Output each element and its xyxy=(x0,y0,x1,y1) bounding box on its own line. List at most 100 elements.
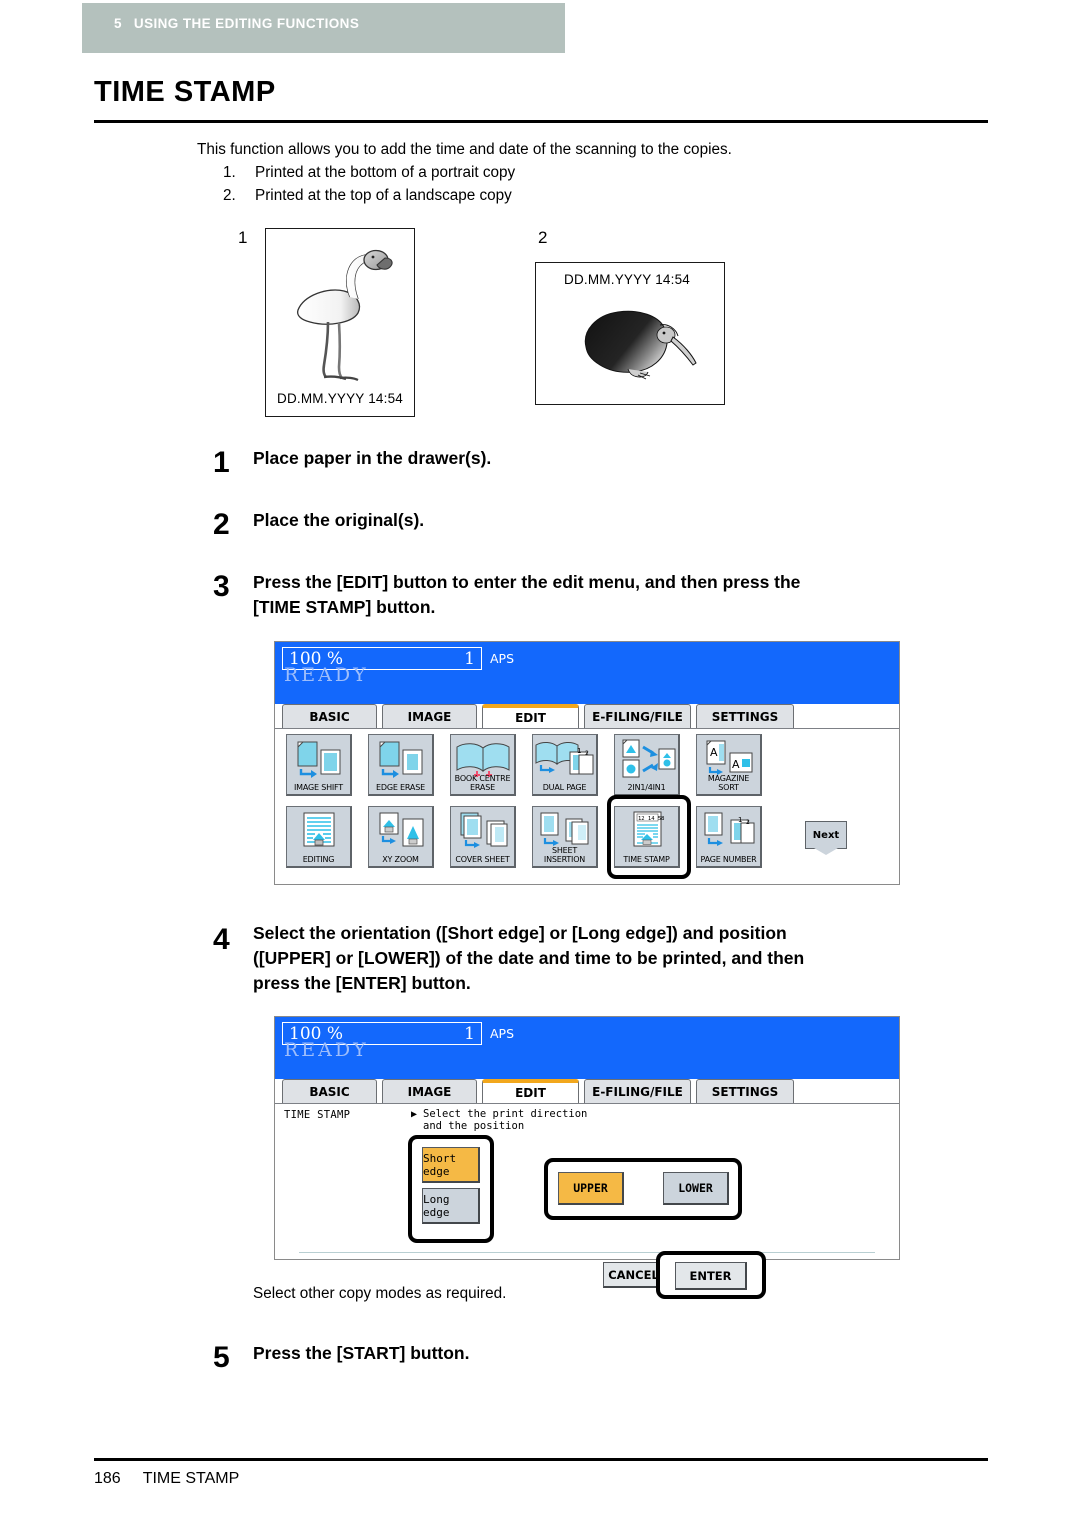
svg-text:2: 2 xyxy=(585,750,589,757)
next-button[interactable]: Next xyxy=(805,821,847,855)
tab-basic[interactable]: BASIC xyxy=(282,704,377,728)
kiwi-illustration xyxy=(584,310,697,380)
tab-efiling-file[interactable]: E-FILING/FILE xyxy=(584,1079,691,1103)
tab-image[interactable]: IMAGE xyxy=(382,704,477,728)
step-3-text: Press the [EDIT] button to enter the edi… xyxy=(253,572,801,617)
svg-text:1: 1 xyxy=(577,747,581,755)
function-name-label: TIME STAMP xyxy=(284,1109,351,1121)
footer-section: TIME STAMP xyxy=(142,1470,240,1487)
intro-paragraph: This function allows you to add the time… xyxy=(197,141,732,158)
copy-count: 1 xyxy=(464,1024,475,1044)
copier-panel-edit-menu[interactable]: 100 % 1 APS READY BASIC IMAGE EDIT E-FIL… xyxy=(274,641,900,885)
page-title: TIME STAMP xyxy=(94,76,276,108)
button-label: EDITING xyxy=(302,854,335,864)
list-text: Printed at the bottom of a portrait copy xyxy=(255,164,516,181)
button-label: SHEET INSERTION xyxy=(543,846,586,864)
panel-tabs: BASIC IMAGE EDIT E-FILING/FILE SETTINGS xyxy=(275,1079,899,1103)
tab-basic[interactable]: BASIC xyxy=(282,1079,377,1103)
dual-page-icon: 1 2 xyxy=(535,742,594,775)
chapter-title: USING THE EDITING FUNCTIONS xyxy=(133,16,360,31)
button-time-stamp[interactable]: 12 14 58 TIME STAMP xyxy=(614,806,680,868)
button-xy-zoom[interactable]: XY ZOOM xyxy=(368,806,434,868)
svg-text:A: A xyxy=(732,758,740,771)
button-editing[interactable]: EDITING xyxy=(286,806,352,868)
tab-image[interactable]: IMAGE xyxy=(382,1079,477,1103)
option-short-edge[interactable]: Short edge xyxy=(422,1147,480,1183)
flamingo-illustration xyxy=(296,249,393,382)
prompt-text: Select the print direction and the posit… xyxy=(423,1108,588,1132)
panel-divider xyxy=(299,1252,875,1253)
option-upper[interactable]: UPPER xyxy=(558,1172,624,1205)
button-sheet-insertion[interactable]: SHEET INSERTION xyxy=(532,806,598,868)
button-label: 2IN1/4IN1 xyxy=(627,782,666,792)
page-number-icon: 1 2 xyxy=(704,812,755,846)
tab-efiling-file[interactable]: E-FILING/FILE xyxy=(584,704,691,728)
tab-edit[interactable]: EDIT xyxy=(482,1079,579,1103)
panel-content-time-stamp: TIME STAMP ▶ Select the print direction … xyxy=(275,1103,899,1299)
time-stamp-icon: 12 14 58 xyxy=(633,811,665,847)
button-label: EDGE ERASE xyxy=(376,782,425,792)
panel-tabs: BASIC IMAGE EDIT E-FILING/FILE SETTINGS xyxy=(275,704,899,728)
button-label: XY ZOOM xyxy=(382,854,419,864)
sheet-insertion-icon xyxy=(540,812,589,846)
image-shift-icon xyxy=(297,741,341,778)
svg-text:12 14 58: 12 14 58 xyxy=(638,816,665,822)
button-2in1-4in1[interactable]: 2IN1/4IN1 xyxy=(614,734,680,796)
button-page-number[interactable]: 1 2 PAGE NUMBER xyxy=(696,806,762,868)
copier-panel-time-stamp[interactable]: 100 % 1 APS READY BASIC IMAGE EDIT E-FIL… xyxy=(274,1016,900,1299)
figure-1-label: 1 xyxy=(238,228,248,247)
note-text: Select other copy modes as required. xyxy=(253,1285,507,1302)
tab-edit[interactable]: EDIT xyxy=(482,704,579,728)
cover-sheet-icon xyxy=(460,812,508,848)
button-edge-erase[interactable]: EDGE ERASE xyxy=(368,734,434,796)
paper-mode-label: APS xyxy=(490,1026,515,1041)
option-long-edge[interactable]: Long edge xyxy=(422,1188,480,1224)
chapter-header-bar: 5 USING THE EDITING FUNCTIONS xyxy=(82,3,565,53)
panel-status-bar: 100 % 1 APS READY xyxy=(275,1017,899,1079)
chapter-header-text: 5 USING THE EDITING FUNCTIONS xyxy=(114,16,359,31)
step-2-number: 2 xyxy=(213,508,230,541)
chapter-number: 5 xyxy=(114,16,122,31)
list-marker: 2. xyxy=(223,187,236,204)
tab-settings[interactable]: SETTINGS xyxy=(696,1079,794,1103)
title-divider xyxy=(94,120,988,123)
list-marker: 1. xyxy=(223,164,236,181)
step-3-number: 3 xyxy=(213,570,230,603)
button-label: COVER SHEET xyxy=(455,854,510,864)
button-magazine-sort[interactable]: A A MAGAZINE SORT xyxy=(696,734,762,796)
status-text: READY xyxy=(284,1039,369,1061)
figure-2-timestamp: DD.MM.YYYY 14:54 xyxy=(564,272,690,287)
editing-icon xyxy=(303,812,335,847)
enter-button[interactable]: ENTER xyxy=(675,1262,747,1290)
intro-list: 1. Printed at the bottom of a portrait c… xyxy=(197,161,987,207)
panel-content-edit-menu: IMAGE SHIFT EDGE ERASE BOOK CENTRE ERASE… xyxy=(275,728,899,884)
step-2-text: Place the original(s). xyxy=(253,510,425,530)
button-label: IMAGE SHIFT xyxy=(294,782,343,792)
footer-divider xyxy=(94,1458,988,1461)
button-label: PAGE NUMBER xyxy=(700,854,757,864)
button-book-centre-erase[interactable]: BOOK CENTRE ERASE xyxy=(450,734,516,796)
footer: 186 TIME STAMP xyxy=(94,1470,239,1488)
figure-1-box xyxy=(265,228,415,417)
step-5-text: Press the [START] button. xyxy=(253,1343,470,1363)
list-item: 1. Printed at the bottom of a portrait c… xyxy=(197,161,987,184)
button-cover-sheet[interactable]: COVER SHEET xyxy=(450,806,516,868)
step-1-number: 1 xyxy=(213,446,230,479)
book-centre-erase-icon xyxy=(456,743,510,777)
status-text: READY xyxy=(284,664,369,686)
panel-status-bar: 100 % 1 APS READY xyxy=(275,642,899,704)
magazine-sort-icon: A A xyxy=(706,740,753,775)
button-label: DUAL PAGE xyxy=(542,782,587,792)
figure-1-timestamp: DD.MM.YYYY 14:54 xyxy=(277,391,403,406)
xy-zoom-icon xyxy=(379,812,424,847)
list-text: Printed at the top of a landscape copy xyxy=(255,187,512,204)
button-dual-page[interactable]: 1 2 DUAL PAGE xyxy=(532,734,598,796)
option-lower[interactable]: LOWER xyxy=(663,1172,729,1205)
page-number: 186 xyxy=(94,1470,121,1487)
svg-text:2: 2 xyxy=(746,819,750,826)
step-5-number: 5 xyxy=(213,1341,230,1374)
button-image-shift[interactable]: IMAGE SHIFT xyxy=(286,734,352,796)
tab-settings[interactable]: SETTINGS xyxy=(696,704,794,728)
button-label: BOOK CENTRE ERASE xyxy=(454,774,511,792)
copy-count: 1 xyxy=(464,649,475,669)
